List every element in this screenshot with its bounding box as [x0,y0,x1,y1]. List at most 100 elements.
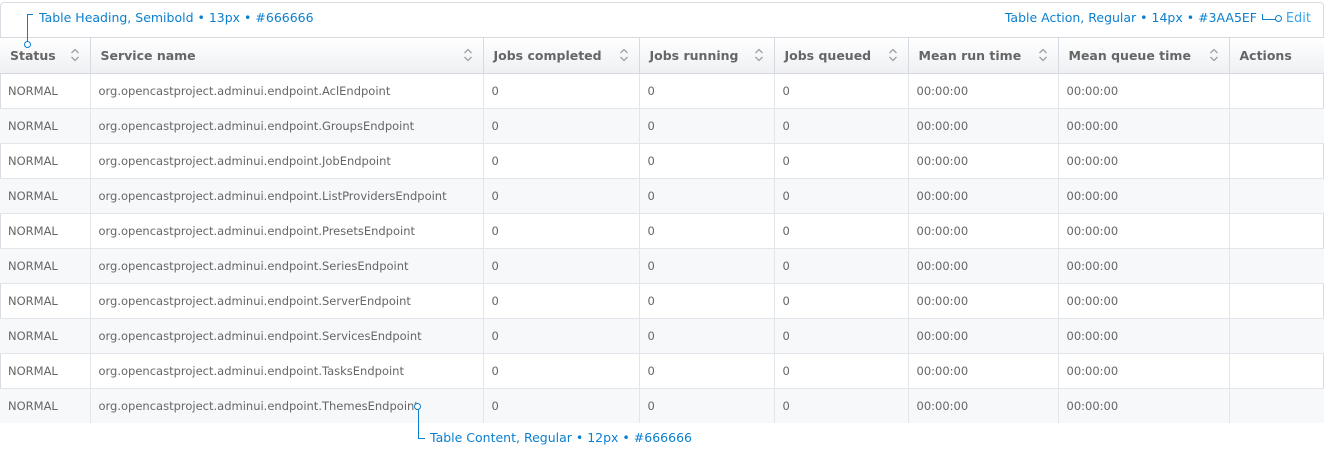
heading-annotation-marker [24,41,31,48]
column-header-label: Jobs queued [784,47,872,63]
column-header-actions: Actions [1229,38,1324,74]
actions-cell [1229,353,1324,389]
service-name-cell: org.opencastproject.adminui.endpoint.Acl… [90,73,484,109]
mean-run-time-cell: 00:00:00 [908,178,1059,214]
table-row: NORMAL org.opencastproject.adminui.endpoi… [0,248,1324,284]
service-name-cell: org.opencastproject.adminui.endpoint.Pre… [90,213,484,249]
jobs-queued-cell: 0 [774,388,909,423]
column-header-jobs-queued[interactable]: Jobs queued [774,38,909,74]
mean-run-time-cell: 00:00:00 [908,108,1059,144]
edit-link[interactable]: Edit [1286,11,1311,27]
jobs-running-cell: 0 [639,73,775,109]
jobs-completed-cell: 0 [483,248,640,284]
jobs-completed-cell: 0 [483,283,640,319]
column-header-service-name[interactable]: Service name [90,38,484,74]
jobs-queued-cell: 0 [774,178,909,214]
action-annotation-label: Table Action, Regular • 14px • #3AA5EF [1004,10,1257,25]
mean-run-time-cell: 00:00:00 [908,283,1059,319]
jobs-queued-cell: 0 [774,73,909,109]
actions-cell [1229,143,1324,179]
service-name-cell: org.opencastproject.adminui.endpoint.Gro… [90,108,484,144]
table-row: NORMAL org.opencastproject.adminui.endpoi… [0,108,1324,144]
actions-cell [1229,73,1324,109]
table-row: NORMAL org.opencastproject.adminui.endpoi… [0,283,1324,319]
mean-run-time-cell: 00:00:00 [908,318,1059,354]
service-name-cell: org.opencastproject.adminui.endpoint.Ser… [90,283,484,319]
jobs-running-cell: 0 [639,178,775,214]
status-cell: NORMAL [0,353,91,389]
jobs-completed-cell: 0 [483,318,640,354]
content-annotation-marker [414,403,421,410]
jobs-completed-cell: 0 [483,73,640,109]
mean-queue-time-cell: 00:00:00 [1058,213,1230,249]
mean-run-time-cell: 00:00:00 [908,248,1059,284]
actions-cell [1229,108,1324,144]
actions-cell [1229,318,1324,354]
jobs-completed-cell: 0 [483,213,640,249]
table-row: NORMAL org.opencastproject.adminui.endpoi… [0,178,1324,214]
jobs-queued-cell: 0 [774,248,909,284]
service-name-cell: org.opencastproject.adminui.endpoint.Lis… [90,178,484,214]
sort-arrows-icon[interactable] [70,48,80,62]
jobs-running-cell: 0 [639,283,775,319]
action-annotation-marker [1275,15,1282,22]
jobs-completed-cell: 0 [483,108,640,144]
column-header-label: Mean queue time [1068,47,1191,63]
jobs-queued-cell: 0 [774,213,909,249]
actions-cell [1229,388,1324,423]
jobs-queued-cell: 0 [774,318,909,354]
actions-cell [1229,283,1324,319]
mean-queue-time-cell: 00:00:00 [1058,73,1230,109]
sort-arrows-icon[interactable] [754,48,764,62]
mean-queue-time-cell: 00:00:00 [1058,283,1230,319]
service-name-cell: org.opencastproject.adminui.endpoint.Job… [90,143,484,179]
style-guide-page: Edit Status Service name Jobs completed Job… [0,0,1326,460]
column-header-status[interactable]: Status [0,38,91,74]
table-row: NORMAL org.opencastproject.adminui.endpoi… [0,213,1324,249]
table-header-row: Status Service name Jobs completed Jobs run… [0,38,1324,74]
mean-queue-time-cell: 00:00:00 [1058,143,1230,179]
mean-queue-time-cell: 00:00:00 [1058,248,1230,284]
status-cell: NORMAL [0,73,91,109]
column-header-jobs-completed[interactable]: Jobs completed [483,38,640,74]
mean-queue-time-cell: 00:00:00 [1058,388,1230,423]
status-cell: NORMAL [0,178,91,214]
column-header-jobs-running[interactable]: Jobs running [639,38,775,74]
status-cell: NORMAL [0,213,91,249]
jobs-completed-cell: 0 [483,353,640,389]
table-body: NORMAL org.opencastproject.adminui.endpoi… [0,73,1324,423]
sort-arrows-icon[interactable] [1209,48,1219,62]
jobs-queued-cell: 0 [774,108,909,144]
jobs-queued-cell: 0 [774,283,909,319]
jobs-running-cell: 0 [639,108,775,144]
column-header-label: Jobs completed [493,47,602,63]
jobs-completed-cell: 0 [483,143,640,179]
column-header-label: Jobs running [649,47,739,63]
sort-arrows-icon[interactable] [1038,48,1048,62]
mean-run-time-cell: 00:00:00 [908,73,1059,109]
jobs-queued-cell: 0 [774,353,909,389]
content-annotation-leader [418,410,425,439]
jobs-running-cell: 0 [639,388,775,423]
column-header-mean-run-time[interactable]: Mean run time [908,38,1059,74]
jobs-running-cell: 0 [639,353,775,389]
column-header-label: Mean run time [918,47,1022,63]
jobs-running-cell: 0 [639,248,775,284]
mean-queue-time-cell: 00:00:00 [1058,353,1230,389]
jobs-running-cell: 0 [639,318,775,354]
mean-queue-time-cell: 00:00:00 [1058,108,1230,144]
table-row: NORMAL org.opencastproject.adminui.endpoi… [0,388,1324,423]
sort-arrows-icon[interactable] [619,48,629,62]
column-header-mean-queue-time[interactable]: Mean queue time [1058,38,1230,74]
status-cell: NORMAL [0,388,91,423]
mean-queue-time-cell: 00:00:00 [1058,178,1230,214]
jobs-completed-cell: 0 [483,388,640,423]
mean-run-time-cell: 00:00:00 [908,213,1059,249]
column-header-label: Status [10,47,56,63]
actions-cell [1229,178,1324,214]
sort-arrows-icon[interactable] [463,48,473,62]
sort-arrows-icon[interactable] [888,48,898,62]
jobs-completed-cell: 0 [483,178,640,214]
mean-run-time-cell: 00:00:00 [908,143,1059,179]
actions-cell [1229,248,1324,284]
